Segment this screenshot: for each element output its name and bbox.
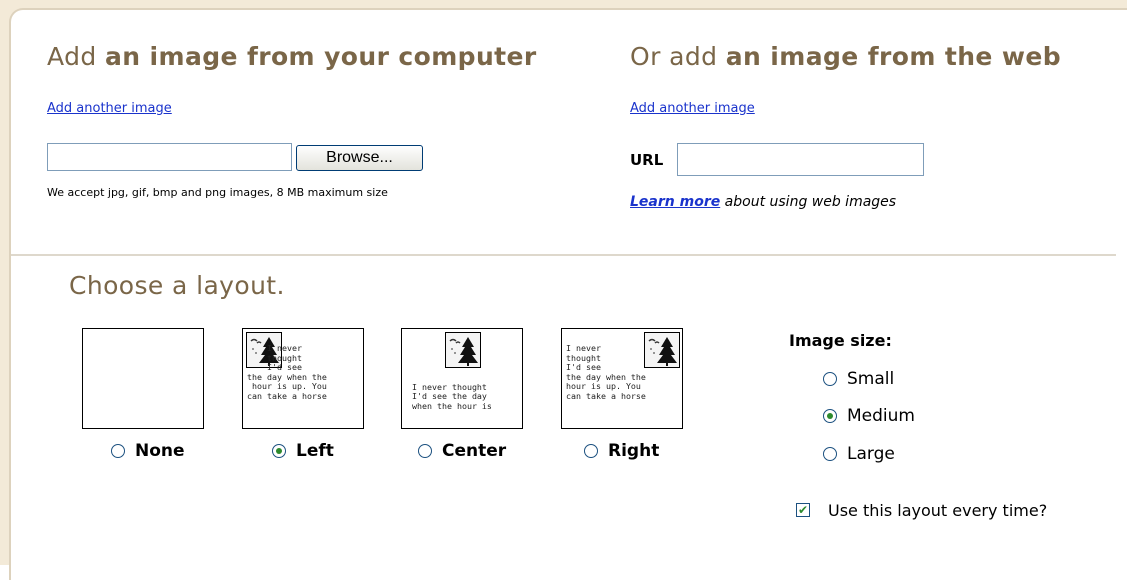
layout-option-center[interactable]: Center	[418, 441, 506, 461]
layout-section-title: Choose a layout.	[69, 271, 285, 300]
computer-section-title: Add an image from your computer	[47, 42, 537, 71]
size-option-label: Small	[847, 369, 895, 389]
layout-thumb-right[interactable]: I never thought I'd see the day when the…	[561, 328, 683, 429]
layout-option-label: Right	[608, 441, 660, 461]
web-title-bold: an image from the web	[725, 42, 1062, 71]
thumb-text-left: I never thought I'd see the day when the…	[247, 343, 327, 401]
size-option-label: Large	[847, 444, 895, 464]
layout-option-label: Center	[442, 441, 507, 461]
learn-more-line: Learn more about using web images	[630, 194, 896, 210]
browse-button[interactable]: Browse...	[296, 145, 423, 171]
radio-center[interactable]	[418, 444, 432, 458]
accepted-formats-note: We accept jpg, gif, bmp and png images, …	[47, 186, 388, 199]
layout-thumb-none[interactable]	[82, 328, 204, 429]
size-option-medium[interactable]: Medium	[823, 406, 915, 426]
layout-option-right[interactable]: Right	[584, 441, 659, 461]
computer-title-plain: Add	[47, 42, 105, 71]
radio-right[interactable]	[584, 444, 598, 458]
url-label: URL	[630, 151, 664, 169]
layout-thumb-center[interactable]: I never thought I'd see the day when the…	[401, 328, 523, 429]
size-option-large[interactable]: Large	[823, 444, 895, 464]
size-option-label: Medium	[847, 406, 915, 426]
thumb-text-center: I never thought I'd see the day when the…	[412, 381, 492, 411]
radio-medium[interactable]	[823, 409, 837, 423]
radio-left[interactable]	[272, 444, 286, 458]
layout-option-none[interactable]: None	[111, 441, 185, 461]
file-path-input[interactable]	[47, 143, 292, 171]
layout-option-label: Left	[296, 441, 334, 461]
thumb-text-right: I never thought I'd see the day when the…	[566, 343, 646, 401]
section-divider	[11, 254, 1116, 256]
use-layout-every-time-label: Use this layout every time?	[828, 501, 1048, 520]
image-size-title: Image size:	[789, 331, 892, 350]
web-title-plain: Or add	[630, 42, 726, 71]
url-input[interactable]	[677, 143, 924, 176]
learn-more-text: about using web images	[720, 194, 897, 210]
layout-option-label: None	[135, 441, 185, 461]
add-another-image-computer-link[interactable]: Add another image	[47, 101, 172, 116]
add-another-image-web-link[interactable]: Add another image	[630, 101, 755, 116]
layout-option-left[interactable]: Left	[272, 441, 334, 461]
tree-picture-icon	[644, 332, 680, 368]
size-option-small[interactable]: Small	[823, 369, 894, 389]
learn-more-link[interactable]: Learn more	[630, 194, 720, 210]
layout-thumb-left[interactable]: I never thought I'd see the day when the…	[242, 328, 364, 429]
radio-none[interactable]	[111, 444, 125, 458]
radio-large[interactable]	[823, 447, 837, 461]
radio-small[interactable]	[823, 372, 837, 386]
web-section-title: Or add an image from the web	[630, 42, 1061, 71]
computer-title-bold: an image from your computer	[104, 42, 537, 71]
